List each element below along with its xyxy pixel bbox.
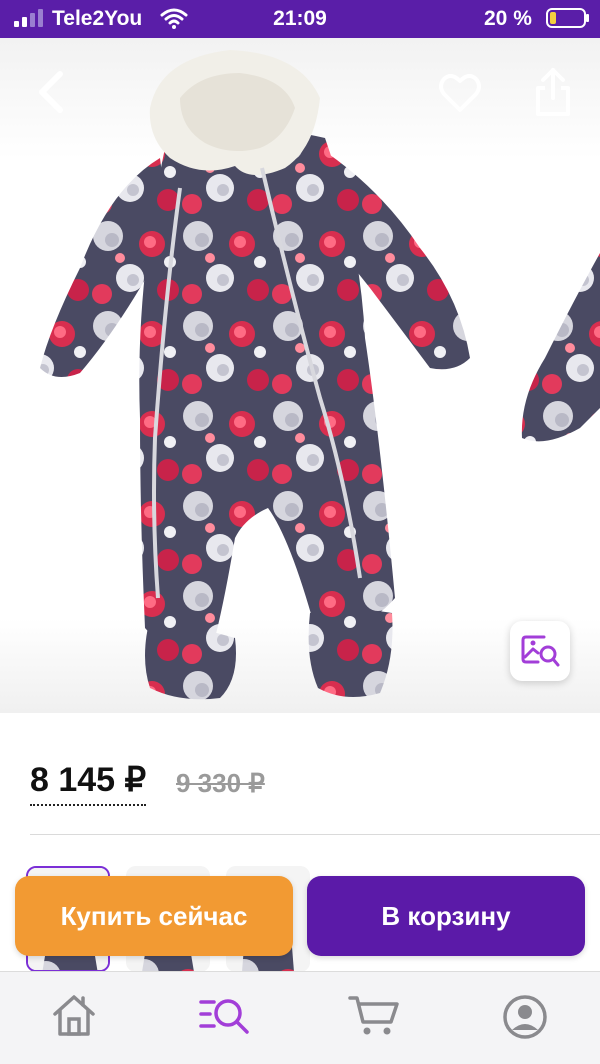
add-to-cart-button[interactable]: В корзину [307,876,585,956]
heart-icon[interactable] [436,68,484,116]
battery-percent: 20 % [484,7,532,30]
divider [30,834,600,835]
battery-icon [546,8,589,28]
price-current[interactable]: 8 145 ₽ [30,760,147,806]
buy-now-button[interactable]: Купить сейчас [15,876,293,956]
image-search-icon [521,635,560,667]
product-image [40,50,600,700]
cart-icon [348,996,399,1035]
catalog-search-icon [199,999,249,1034]
tab-cart[interactable] [346,992,402,1046]
bottom-tab-bar [0,971,600,1064]
tab-profile[interactable] [497,992,553,1046]
status-bar: Tele2You 21:09 20 % [0,0,600,38]
profile-icon [503,995,547,1039]
home-icon [53,995,95,1036]
tab-catalog[interactable] [196,992,252,1046]
price-old: 9 330 ₽ [176,768,265,798]
product-image-gallery[interactable] [0,38,600,713]
back-icon[interactable] [30,68,70,116]
tab-home[interactable] [46,992,102,1046]
share-icon[interactable] [530,66,576,118]
visual-search-button[interactable] [510,621,570,681]
